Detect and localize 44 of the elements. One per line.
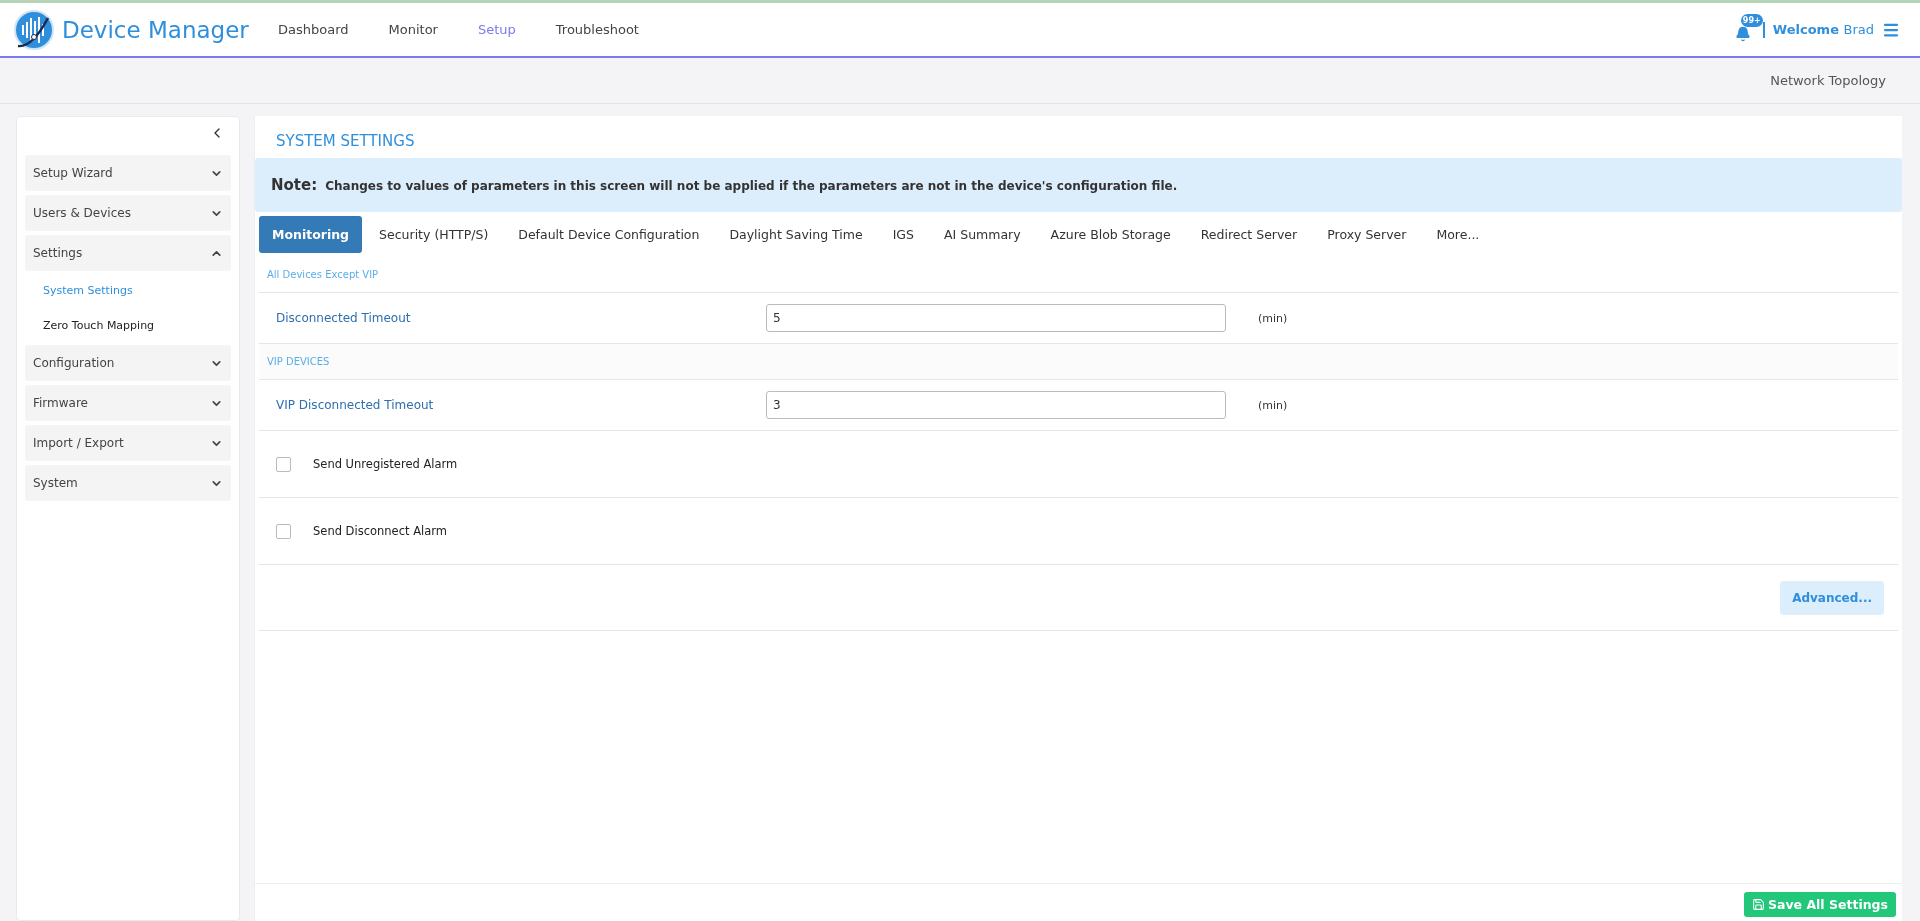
nav-link[interactable]: Dashboard — [278, 22, 349, 37]
checkbox-label: Send Unregistered Alarm — [313, 457, 458, 471]
unit-label: (min) — [1258, 398, 1288, 412]
settings-tab[interactable]: IGS — [879, 216, 927, 253]
checkbox-label: Send Disconnect Alarm — [313, 524, 447, 538]
bell-icon[interactable] — [1734, 25, 1751, 42]
sidebar-item[interactable]: Firmware — [25, 385, 231, 421]
app-name: Device Manager — [62, 16, 249, 43]
settings-tab[interactable]: Redirect Server — [1187, 216, 1311, 253]
sidebar-item[interactable]: Setup Wizard — [25, 155, 231, 191]
unit-label: (min) — [1258, 311, 1288, 325]
checkbox[interactable] — [276, 523, 291, 539]
section-header: VIP DEVICES — [259, 344, 1898, 380]
sidebar-item[interactable]: Configuration — [25, 345, 231, 381]
field-label: VIP Disconnected Timeout — [276, 398, 435, 412]
nav-link[interactable]: Monitor — [388, 22, 438, 37]
settings-tab[interactable]: AI Summary — [931, 216, 1034, 253]
nav-link[interactable]: Troubleshoot — [555, 22, 639, 37]
checkbox[interactable] — [276, 456, 291, 472]
notification-badge: 99+ — [1740, 13, 1763, 27]
field-label: Disconnected Timeout — [276, 311, 412, 325]
settings-tab[interactable]: Default Device Configuration — [505, 216, 713, 253]
sidebar-subitem[interactable]: Zero Touch Mapping — [25, 310, 231, 341]
sidebar-item[interactable]: Settings — [25, 235, 231, 271]
settings-tab[interactable]: More... — [1423, 216, 1493, 253]
settings-tab[interactable]: Daylight Saving Time — [716, 216, 876, 253]
input-field[interactable]: 3 — [766, 391, 1226, 419]
settings-tab[interactable]: Azure Blob Storage — [1037, 216, 1184, 253]
logo-icon — [12, 7, 56, 52]
sidebar-subitem[interactable]: System Settings — [25, 275, 231, 306]
welcome-text: Welcome Brad — [1772, 22, 1874, 37]
settings-tab[interactable]: Monitoring — [259, 216, 363, 253]
sidebar-item[interactable]: Users & Devices — [25, 195, 231, 231]
sidebar-item[interactable]: Import / Export — [25, 425, 231, 461]
nav-link[interactable]: Setup — [477, 22, 516, 37]
settings-tab[interactable]: Security (HTTP/S) — [366, 216, 502, 253]
note-text: Changes to values of parameters in this screen will not be applied if the parameters are not in the device's configuration file. — [325, 179, 1178, 193]
sidebar-item[interactable]: System — [25, 465, 231, 501]
note-label: Note: — [271, 176, 318, 194]
settings-tab[interactable]: Proxy Server — [1314, 216, 1420, 253]
network-topology-link[interactable]: Network Topology — [1770, 73, 1886, 88]
save-icon — [1752, 898, 1765, 911]
page-title: SYSTEM SETTINGS — [275, 131, 416, 152]
input-field[interactable]: 5 — [766, 304, 1226, 332]
